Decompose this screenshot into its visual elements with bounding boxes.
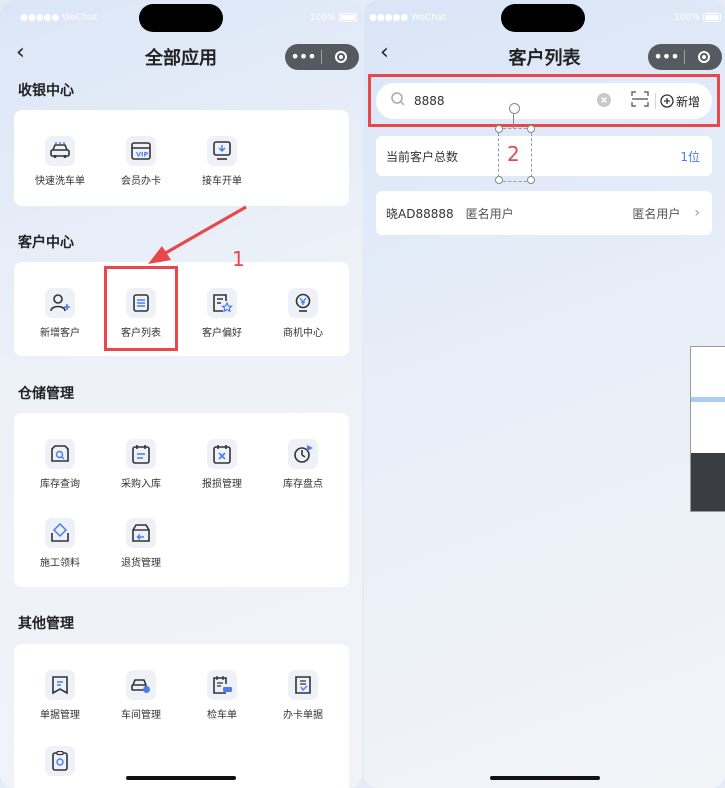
app-label: 退货管理 bbox=[121, 558, 161, 569]
customer-type: 匿名用户 bbox=[632, 206, 681, 221]
home-indicator bbox=[490, 776, 600, 780]
chevron-right-icon: › bbox=[694, 205, 700, 221]
total-value: 1位 bbox=[680, 149, 700, 164]
clipboard-icon bbox=[45, 746, 75, 776]
inspection-icon bbox=[207, 670, 237, 700]
stocktake-icon bbox=[288, 439, 318, 469]
app-inventory-search[interactable]: 库存查询 bbox=[20, 439, 100, 490]
notch bbox=[139, 4, 223, 32]
app-stocktake[interactable]: 库存盘点 bbox=[263, 439, 343, 490]
annotation-highlight-box bbox=[104, 266, 178, 351]
app-label: 单据管理 bbox=[40, 710, 80, 721]
app-label: 会员办卡 bbox=[121, 176, 161, 187]
app-label: 接车开单 bbox=[202, 176, 242, 187]
app-label: 客户偏好 bbox=[202, 328, 242, 339]
app-label: 库存盘点 bbox=[283, 479, 323, 490]
section-title-customer: 客户中心 bbox=[18, 235, 74, 251]
battery-text: 100% bbox=[674, 13, 700, 23]
total-label: 当前客户总数 bbox=[386, 149, 459, 164]
app-customer-preference[interactable]: 客户偏好 bbox=[182, 288, 262, 339]
app-inspection-order[interactable]: 检车单 bbox=[182, 670, 262, 721]
customer-list-screen: ●●●●● WeChat 100% ‹ 客户列表 ••• 8888 新增 当前客… bbox=[364, 0, 725, 788]
app-label: 商机中心 bbox=[283, 328, 323, 339]
purchase-icon bbox=[126, 439, 156, 469]
app-workshop-management[interactable]: 车间管理 bbox=[101, 670, 181, 721]
app-label: 库存查询 bbox=[40, 479, 80, 490]
app-label: 快速洗车单 bbox=[35, 176, 85, 187]
app-label: 检车单 bbox=[207, 710, 237, 721]
customer-list-item[interactable]: 晓AD88888 匿名用户 匿名用户 › bbox=[376, 191, 712, 235]
app-label: 报损管理 bbox=[202, 479, 242, 490]
mini-program-capsule: ••• bbox=[648, 44, 722, 70]
all-apps-screen: ●●●●● WeChat 100% ‹ 全部应用 ••• 收银中心 快速洗车单 … bbox=[0, 0, 362, 788]
app-add-customer[interactable]: 新增客户 bbox=[20, 288, 100, 339]
app-opportunity-center[interactable]: 商机中心 bbox=[263, 288, 343, 339]
section-title-warehouse: 仓储管理 bbox=[18, 386, 74, 402]
close-mini-program-icon[interactable] bbox=[322, 51, 359, 63]
battery-text: 100% bbox=[310, 13, 336, 23]
more-icon[interactable]: ••• bbox=[648, 44, 684, 70]
app-card-documents[interactable]: 办卡单据 bbox=[263, 670, 343, 721]
svg-text:VIP: VIP bbox=[136, 151, 148, 159]
customer-name: 匿名用户 bbox=[465, 206, 514, 221]
close-mini-program-icon[interactable] bbox=[685, 51, 722, 63]
section-card-customer: 新增客户 客户列表 客户偏好 商机中心 bbox=[14, 262, 349, 356]
app-label: 办卡单据 bbox=[283, 710, 323, 721]
home-indicator bbox=[126, 776, 236, 780]
section-card-other: 单据管理 车间管理 检车单 办卡单据 bbox=[14, 644, 349, 788]
reception-icon bbox=[207, 136, 237, 166]
app-vip-card[interactable]: VIP 会员办卡 bbox=[101, 136, 181, 187]
battery-icon bbox=[338, 13, 357, 22]
customer-total-card: 当前客户总数 1位 bbox=[376, 136, 712, 176]
floating-side-panel bbox=[690, 346, 725, 512]
vip-card-icon: VIP bbox=[126, 136, 156, 166]
return-icon bbox=[126, 518, 156, 548]
customer-plate: 晓AD88888 bbox=[386, 206, 454, 221]
app-partially-visible[interactable] bbox=[20, 746, 100, 776]
annotation-number: 2 bbox=[507, 142, 520, 166]
section-card-cashier: 快速洗车单 VIP 会员办卡 接车开单 bbox=[14, 110, 349, 206]
status-carrier: ●●●●● WeChat bbox=[369, 13, 447, 23]
preference-icon bbox=[207, 288, 237, 318]
app-return-management[interactable]: 退货管理 bbox=[101, 518, 181, 569]
notch bbox=[501, 4, 585, 32]
document-icon bbox=[45, 670, 75, 700]
app-purchase-inbound[interactable]: 采购入库 bbox=[101, 439, 181, 490]
status-battery: 100% bbox=[310, 13, 357, 23]
battery-icon bbox=[702, 13, 721, 22]
status-battery: 100% bbox=[674, 13, 721, 23]
app-quick-wash[interactable]: 快速洗车单 bbox=[20, 136, 100, 187]
material-icon bbox=[45, 518, 75, 548]
annotation-highlight-box bbox=[368, 74, 720, 127]
app-construction-material[interactable]: 施工领料 bbox=[20, 518, 100, 569]
damage-icon bbox=[207, 439, 237, 469]
app-label: 采购入库 bbox=[121, 479, 161, 490]
app-document-management[interactable]: 单据管理 bbox=[20, 670, 100, 721]
add-user-icon bbox=[45, 288, 75, 318]
section-title-other: 其他管理 bbox=[18, 616, 74, 632]
opportunity-icon bbox=[288, 288, 318, 318]
card-document-icon bbox=[288, 670, 318, 700]
section-card-warehouse: 库存查询 采购入库 报损管理 库存盘点 施工领料 退货管理 bbox=[14, 413, 349, 587]
app-reception[interactable]: 接车开单 bbox=[182, 136, 262, 187]
mini-program-capsule: ••• bbox=[285, 44, 359, 70]
app-label: 施工领料 bbox=[40, 558, 80, 569]
section-title-cashier: 收银中心 bbox=[18, 83, 74, 99]
annotation-number: 1 bbox=[232, 247, 245, 271]
app-label: 新增客户 bbox=[40, 328, 80, 339]
rotate-handle bbox=[509, 103, 520, 114]
inventory-search-icon bbox=[45, 439, 75, 469]
app-damage-management[interactable]: 报损管理 bbox=[182, 439, 262, 490]
app-label: 车间管理 bbox=[121, 710, 161, 721]
more-icon[interactable]: ••• bbox=[285, 44, 321, 70]
workshop-icon bbox=[126, 670, 156, 700]
car-wash-icon bbox=[45, 136, 75, 166]
status-carrier: ●●●●● WeChat bbox=[20, 13, 98, 23]
